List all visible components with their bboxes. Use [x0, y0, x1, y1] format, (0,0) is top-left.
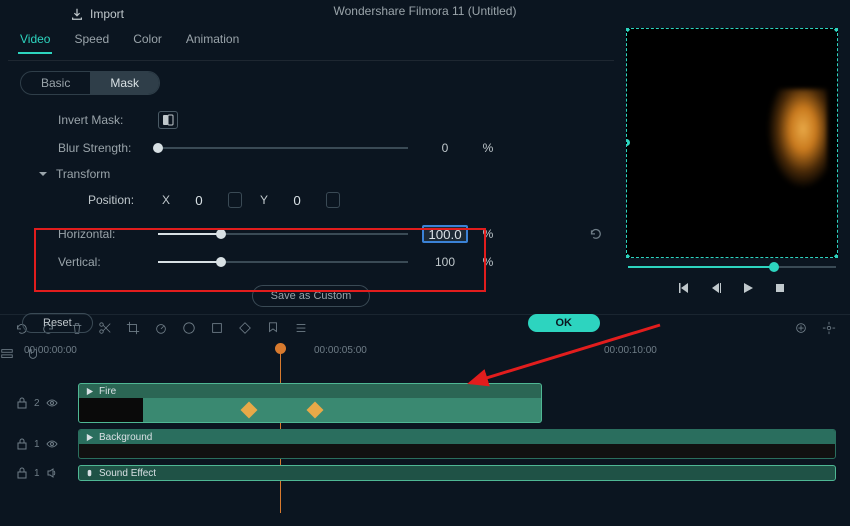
keyframe-marker[interactable]: [307, 402, 324, 419]
play-small-icon: [85, 387, 94, 396]
eye-icon[interactable]: [46, 397, 58, 409]
preview-canvas[interactable]: [626, 28, 838, 258]
tab-animation[interactable]: Animation: [184, 28, 241, 54]
step-back-icon: [710, 282, 722, 294]
app-title: Wondershare Filmora 11 (Untitled): [334, 4, 517, 18]
blur-value[interactable]: 0: [422, 141, 468, 155]
invert-mask-toggle[interactable]: [158, 111, 178, 129]
blur-slider[interactable]: [158, 147, 408, 149]
horizontal-input[interactable]: [422, 225, 468, 243]
audio-icon: [85, 469, 94, 478]
pos-y-stepper[interactable]: [326, 192, 340, 208]
import-icon: [70, 7, 84, 21]
track-layout-icon[interactable]: [0, 347, 14, 361]
prev-frame-button[interactable]: [674, 278, 694, 298]
transform-header[interactable]: Transform: [8, 161, 614, 187]
clip-thumbnail: [79, 398, 143, 422]
eye-icon[interactable]: [46, 438, 58, 450]
settings-icon[interactable]: [822, 321, 836, 335]
clip-sound-effect[interactable]: Sound Effect: [78, 465, 836, 481]
timecode-5: 00:00:05:00: [314, 345, 367, 356]
stop-icon: [774, 282, 786, 294]
play-small-icon: [85, 433, 94, 442]
pos-x-input[interactable]: [178, 191, 220, 209]
undo-icon: [588, 226, 602, 240]
invert-mask-label: Invert Mask:: [58, 113, 144, 127]
zoom-fit-icon[interactable]: [794, 321, 808, 335]
horizontal-slider[interactable]: [158, 233, 408, 235]
save-as-custom-button[interactable]: Save as Custom: [252, 285, 371, 307]
clip-fire[interactable]: Fire: [78, 383, 542, 423]
vertical-label: Vertical:: [58, 255, 144, 269]
blur-unit: %: [482, 141, 494, 155]
preview-scrubber[interactable]: [628, 266, 836, 268]
reset-horizontal[interactable]: [588, 226, 602, 243]
pos-y-label: Y: [260, 193, 268, 207]
position-label: Position:: [88, 193, 144, 207]
play-button[interactable]: [738, 278, 758, 298]
import-label: Import: [90, 7, 124, 21]
subtab-mask[interactable]: Mask: [90, 72, 159, 94]
vertical-slider[interactable]: [158, 261, 408, 263]
keyframe-marker[interactable]: [241, 402, 258, 419]
skip-back-icon: [678, 282, 690, 294]
timecode-10: 00:00:10:00: [604, 345, 657, 356]
invert-icon: [162, 114, 174, 126]
speaker-icon[interactable]: [46, 467, 58, 479]
clip-background[interactable]: Background: [78, 429, 836, 459]
pos-x-label: X: [162, 193, 170, 207]
ok-button[interactable]: OK: [528, 314, 601, 332]
lock-icon[interactable]: [16, 438, 28, 450]
subtab-basic[interactable]: Basic: [21, 72, 90, 94]
timecode-0: 00:00:00:00: [24, 345, 77, 356]
blur-label: Blur Strength:: [58, 141, 144, 155]
chevron-down-icon: [38, 169, 48, 179]
tab-speed[interactable]: Speed: [72, 28, 111, 54]
lock-icon[interactable]: [16, 467, 28, 479]
tab-color[interactable]: Color: [131, 28, 164, 54]
preview-content: [767, 89, 827, 189]
reset-button[interactable]: Reset: [22, 313, 93, 333]
lock-icon[interactable]: [16, 397, 28, 409]
horizontal-unit: %: [482, 227, 494, 241]
pos-y-input[interactable]: [276, 191, 318, 209]
tab-video[interactable]: Video: [18, 28, 52, 54]
stop-button[interactable]: [770, 278, 790, 298]
vertical-value[interactable]: 100: [422, 255, 468, 269]
horizontal-label: Horizontal:: [58, 227, 144, 241]
pos-x-stepper[interactable]: [228, 192, 242, 208]
play-icon: [742, 282, 754, 294]
import-button[interactable]: Import: [70, 7, 124, 21]
vertical-unit: %: [482, 255, 494, 269]
step-back-button[interactable]: [706, 278, 726, 298]
